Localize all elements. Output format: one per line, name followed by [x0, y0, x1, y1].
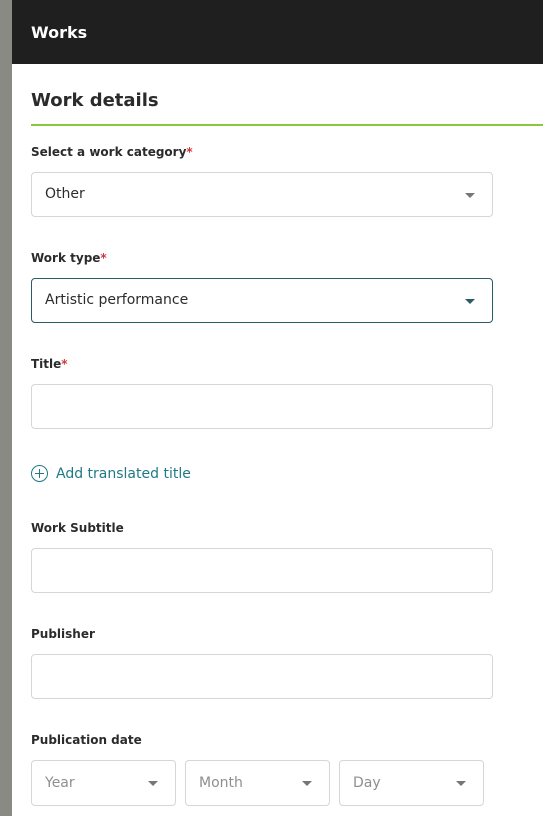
publisher-label: Publisher — [31, 627, 95, 641]
chevron-down-icon — [465, 193, 475, 198]
month-select[interactable]: Month — [185, 760, 330, 806]
title-input[interactable] — [31, 384, 493, 429]
background-strip — [0, 0, 12, 816]
work-type-value: Artistic performance — [45, 292, 189, 308]
plus-circle-icon — [31, 465, 48, 482]
publication-date-label: Publication date — [31, 733, 142, 747]
day-placeholder: Day — [353, 775, 381, 791]
works-modal: Works Work details Select a work categor… — [12, 0, 543, 816]
publisher-input[interactable] — [31, 654, 493, 699]
work-category-select[interactable]: Other — [31, 172, 493, 217]
subtitle-label: Work Subtitle — [31, 521, 124, 535]
required-marker: * — [100, 251, 107, 265]
modal-header: Works — [12, 0, 543, 64]
category-label-text: Select a work category — [31, 145, 187, 159]
chevron-down-icon — [456, 781, 466, 786]
title-label: Title* — [31, 357, 68, 371]
chevron-down-icon — [148, 781, 158, 786]
work-type-select[interactable]: Artistic performance — [31, 278, 493, 323]
chevron-down-icon — [465, 299, 475, 304]
modal-title: Works — [31, 22, 88, 42]
publication-date-row: Year Month Day — [31, 760, 484, 806]
year-select[interactable]: Year — [31, 760, 176, 806]
category-label: Select a work category* — [31, 145, 193, 159]
add-translated-title-link[interactable]: Add translated title — [31, 465, 191, 482]
year-placeholder: Year — [45, 775, 75, 791]
section-divider — [31, 124, 543, 126]
month-placeholder: Month — [199, 775, 243, 791]
subtitle-input[interactable] — [31, 548, 493, 593]
section-title: Work details — [31, 90, 159, 111]
add-translated-title-label: Add translated title — [56, 465, 191, 482]
work-type-label: Work type* — [31, 251, 107, 265]
title-label-text: Title — [31, 357, 62, 371]
chevron-down-icon — [302, 781, 312, 786]
work-type-label-text: Work type — [31, 251, 101, 265]
day-select[interactable]: Day — [339, 760, 484, 806]
work-category-value: Other — [45, 186, 85, 202]
required-marker: * — [61, 357, 68, 371]
required-marker: * — [186, 145, 193, 159]
